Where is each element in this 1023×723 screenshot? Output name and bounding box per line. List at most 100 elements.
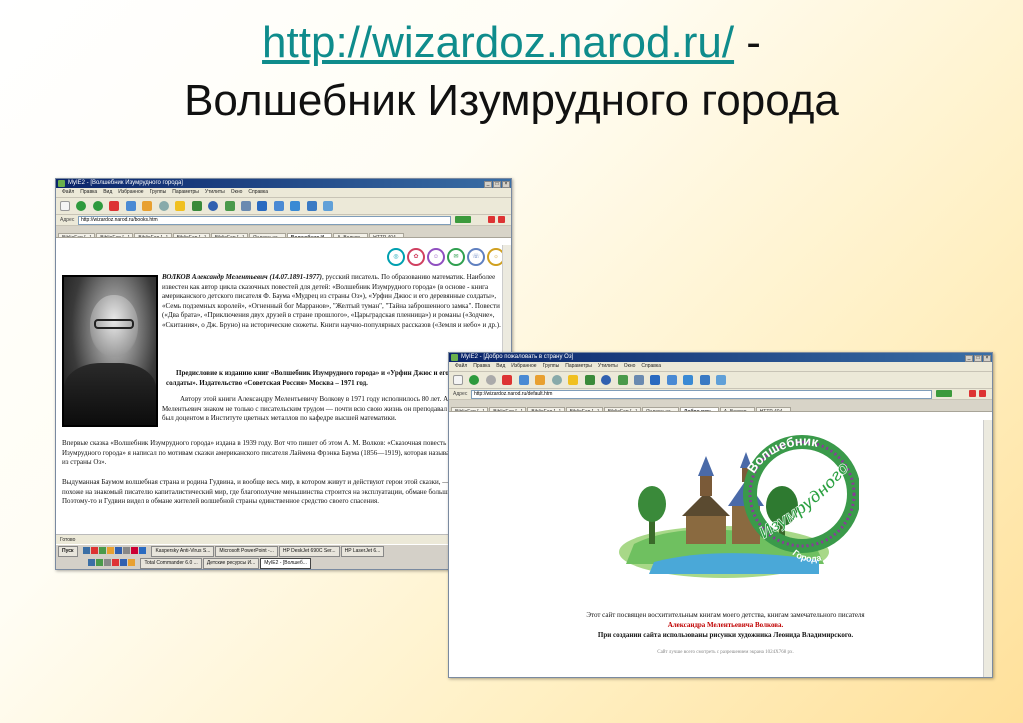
tab-item[interactable]: А. Волков...: [719, 407, 755, 411]
quicklaunch-icon[interactable]: [99, 547, 106, 554]
close-all-icon[interactable]: [488, 216, 495, 223]
tab-item[interactable]: BiblioFap.[...]: [489, 407, 527, 411]
menu-item[interactable]: Группы: [543, 363, 560, 369]
refresh-icon[interactable]: [518, 375, 529, 385]
quicklaunch-icon[interactable]: [123, 547, 130, 554]
tab-item[interactable]: Волшебник И...: [286, 233, 333, 237]
taskbar-button[interactable]: HP DeskJet 690C Ser...: [278, 546, 340, 557]
nav-circle-icon[interactable]: ✉: [447, 248, 465, 266]
quicklaunch-icon[interactable]: [91, 547, 98, 554]
forward-icon[interactable]: [92, 201, 103, 211]
quicklaunch-icon[interactable]: [128, 559, 135, 566]
menu-item[interactable]: Справка: [248, 189, 268, 195]
menu-item[interactable]: Правка: [473, 363, 490, 369]
taskbar-button[interactable]: Детские ресурсы И...: [202, 558, 260, 569]
tab-item[interactable]: BiblioFap.[...]: [58, 233, 96, 237]
site-link[interactable]: http://wizardoz.narod.ru/: [262, 18, 734, 67]
scrollbar[interactable]: [983, 420, 992, 677]
nav-circle-icon[interactable]: ◎: [387, 248, 405, 266]
tab-item[interactable]: BiblioFap.[...]: [451, 407, 489, 411]
stop-icon[interactable]: [502, 375, 513, 385]
taskbar-button[interactable]: MyIE2 - [Волшеб...: [260, 558, 311, 569]
fullscreen-icon[interactable]: [323, 201, 334, 211]
menu-item[interactable]: Группы: [150, 189, 167, 195]
tab-item[interactable]: Яндекс: ка...: [641, 407, 679, 411]
address-input[interactable]: http://wizardoz.narod.ru/default.htm: [471, 390, 932, 399]
menu-item[interactable]: Утилиты: [598, 363, 618, 369]
menu-item[interactable]: Окно: [624, 363, 636, 369]
nav-circle-icon[interactable]: ☺: [427, 248, 445, 266]
quicklaunch-icon[interactable]: [115, 547, 122, 554]
menu-item[interactable]: Избранное: [118, 189, 143, 195]
search-icon[interactable]: [158, 201, 169, 211]
mail-icon[interactable]: [224, 201, 235, 211]
close-all-icon[interactable]: [969, 390, 976, 397]
home-icon[interactable]: [535, 375, 546, 385]
window-icon[interactable]: [666, 375, 677, 385]
maximize-button[interactable]: □: [493, 181, 501, 188]
new-page-icon[interactable]: [60, 201, 70, 211]
quicklaunch-icon[interactable]: [96, 559, 103, 566]
tab-item[interactable]: BiblioFap.[...]: [134, 233, 172, 237]
tab-item[interactable]: HTTP 404...: [369, 233, 404, 237]
fullscreen-icon[interactable]: [716, 375, 727, 385]
print-icon[interactable]: [633, 375, 644, 385]
window-titlebar[interactable]: MyIE2 - [Добро пожаловать в страну Оз] _…: [449, 353, 992, 362]
tab-item[interactable]: Яндекс: ка...: [248, 233, 286, 237]
cascade-icon[interactable]: [306, 201, 317, 211]
tab-item[interactable]: BiblioFap.[...]: [603, 407, 641, 411]
minimize-button[interactable]: _: [484, 181, 492, 188]
close-button[interactable]: ×: [983, 355, 991, 362]
menu-item[interactable]: Правка: [80, 189, 97, 195]
taskbar-button[interactable]: Total Commander 6.0 ...: [140, 558, 202, 569]
tab-item[interactable]: BiblioFap.[...]: [210, 233, 248, 237]
menu-item[interactable]: Окно: [231, 189, 243, 195]
quicklaunch-icon[interactable]: [83, 547, 90, 554]
close-tab-icon[interactable]: [979, 390, 986, 397]
menu-item[interactable]: Параметры: [565, 363, 592, 369]
close-tab-icon[interactable]: [498, 216, 505, 223]
quicklaunch-icon[interactable]: [88, 559, 95, 566]
address-input[interactable]: http://wizardoz.narod.ru/books.htm: [78, 216, 451, 225]
close-button[interactable]: ×: [502, 181, 510, 188]
menu-item[interactable]: Утилиты: [205, 189, 225, 195]
favorites-icon[interactable]: [568, 375, 579, 385]
taskbar-button[interactable]: Kaspersky Anti-Virus S...: [151, 546, 215, 557]
print-icon[interactable]: [240, 201, 251, 211]
quicklaunch-icon[interactable]: [104, 559, 111, 566]
tab-item[interactable]: BiblioFap.[...]: [172, 233, 210, 237]
forward-icon[interactable]: [485, 375, 496, 385]
favorites-icon[interactable]: [175, 201, 186, 211]
go-button[interactable]: [936, 390, 952, 397]
new-page-icon[interactable]: [453, 375, 463, 385]
menu-item[interactable]: Справка: [641, 363, 661, 369]
nav-circle-icon[interactable]: ✿: [407, 248, 425, 266]
menu-item[interactable]: Вид: [103, 189, 112, 195]
tab-item[interactable]: BiblioFap.[...]: [527, 407, 565, 411]
quicklaunch-icon[interactable]: [112, 559, 119, 566]
tab-item[interactable]: BiblioFap.[...]: [96, 233, 134, 237]
quicklaunch-icon[interactable]: [107, 547, 114, 554]
window-icon[interactable]: [273, 201, 284, 211]
quicklaunch-icon[interactable]: [131, 547, 138, 554]
menu-item[interactable]: Избранное: [511, 363, 536, 369]
back-icon[interactable]: [76, 201, 87, 211]
home-icon[interactable]: [142, 201, 153, 211]
tile-icon[interactable]: [683, 375, 694, 385]
quicklaunch-icon[interactable]: [139, 547, 146, 554]
tab-item[interactable]: HTTP 404...: [755, 407, 791, 411]
search-icon[interactable]: [551, 375, 562, 385]
nav-circle-icon[interactable]: ☏: [467, 248, 485, 266]
mail-icon[interactable]: [617, 375, 628, 385]
media-icon[interactable]: [191, 201, 202, 211]
refresh-icon[interactable]: [125, 201, 136, 211]
tab-item[interactable]: Добро пож...: [679, 407, 719, 411]
go-button[interactable]: [455, 216, 471, 223]
menu-item[interactable]: Файл: [455, 363, 467, 369]
menu-item[interactable]: Параметры: [172, 189, 199, 195]
media-icon[interactable]: [584, 375, 595, 385]
tab-item[interactable]: BiblioFap.[...]: [565, 407, 603, 411]
tab-item[interactable]: А. Волков...: [333, 233, 369, 237]
menu-item[interactable]: Вид: [496, 363, 505, 369]
edit-icon[interactable]: [650, 375, 661, 385]
